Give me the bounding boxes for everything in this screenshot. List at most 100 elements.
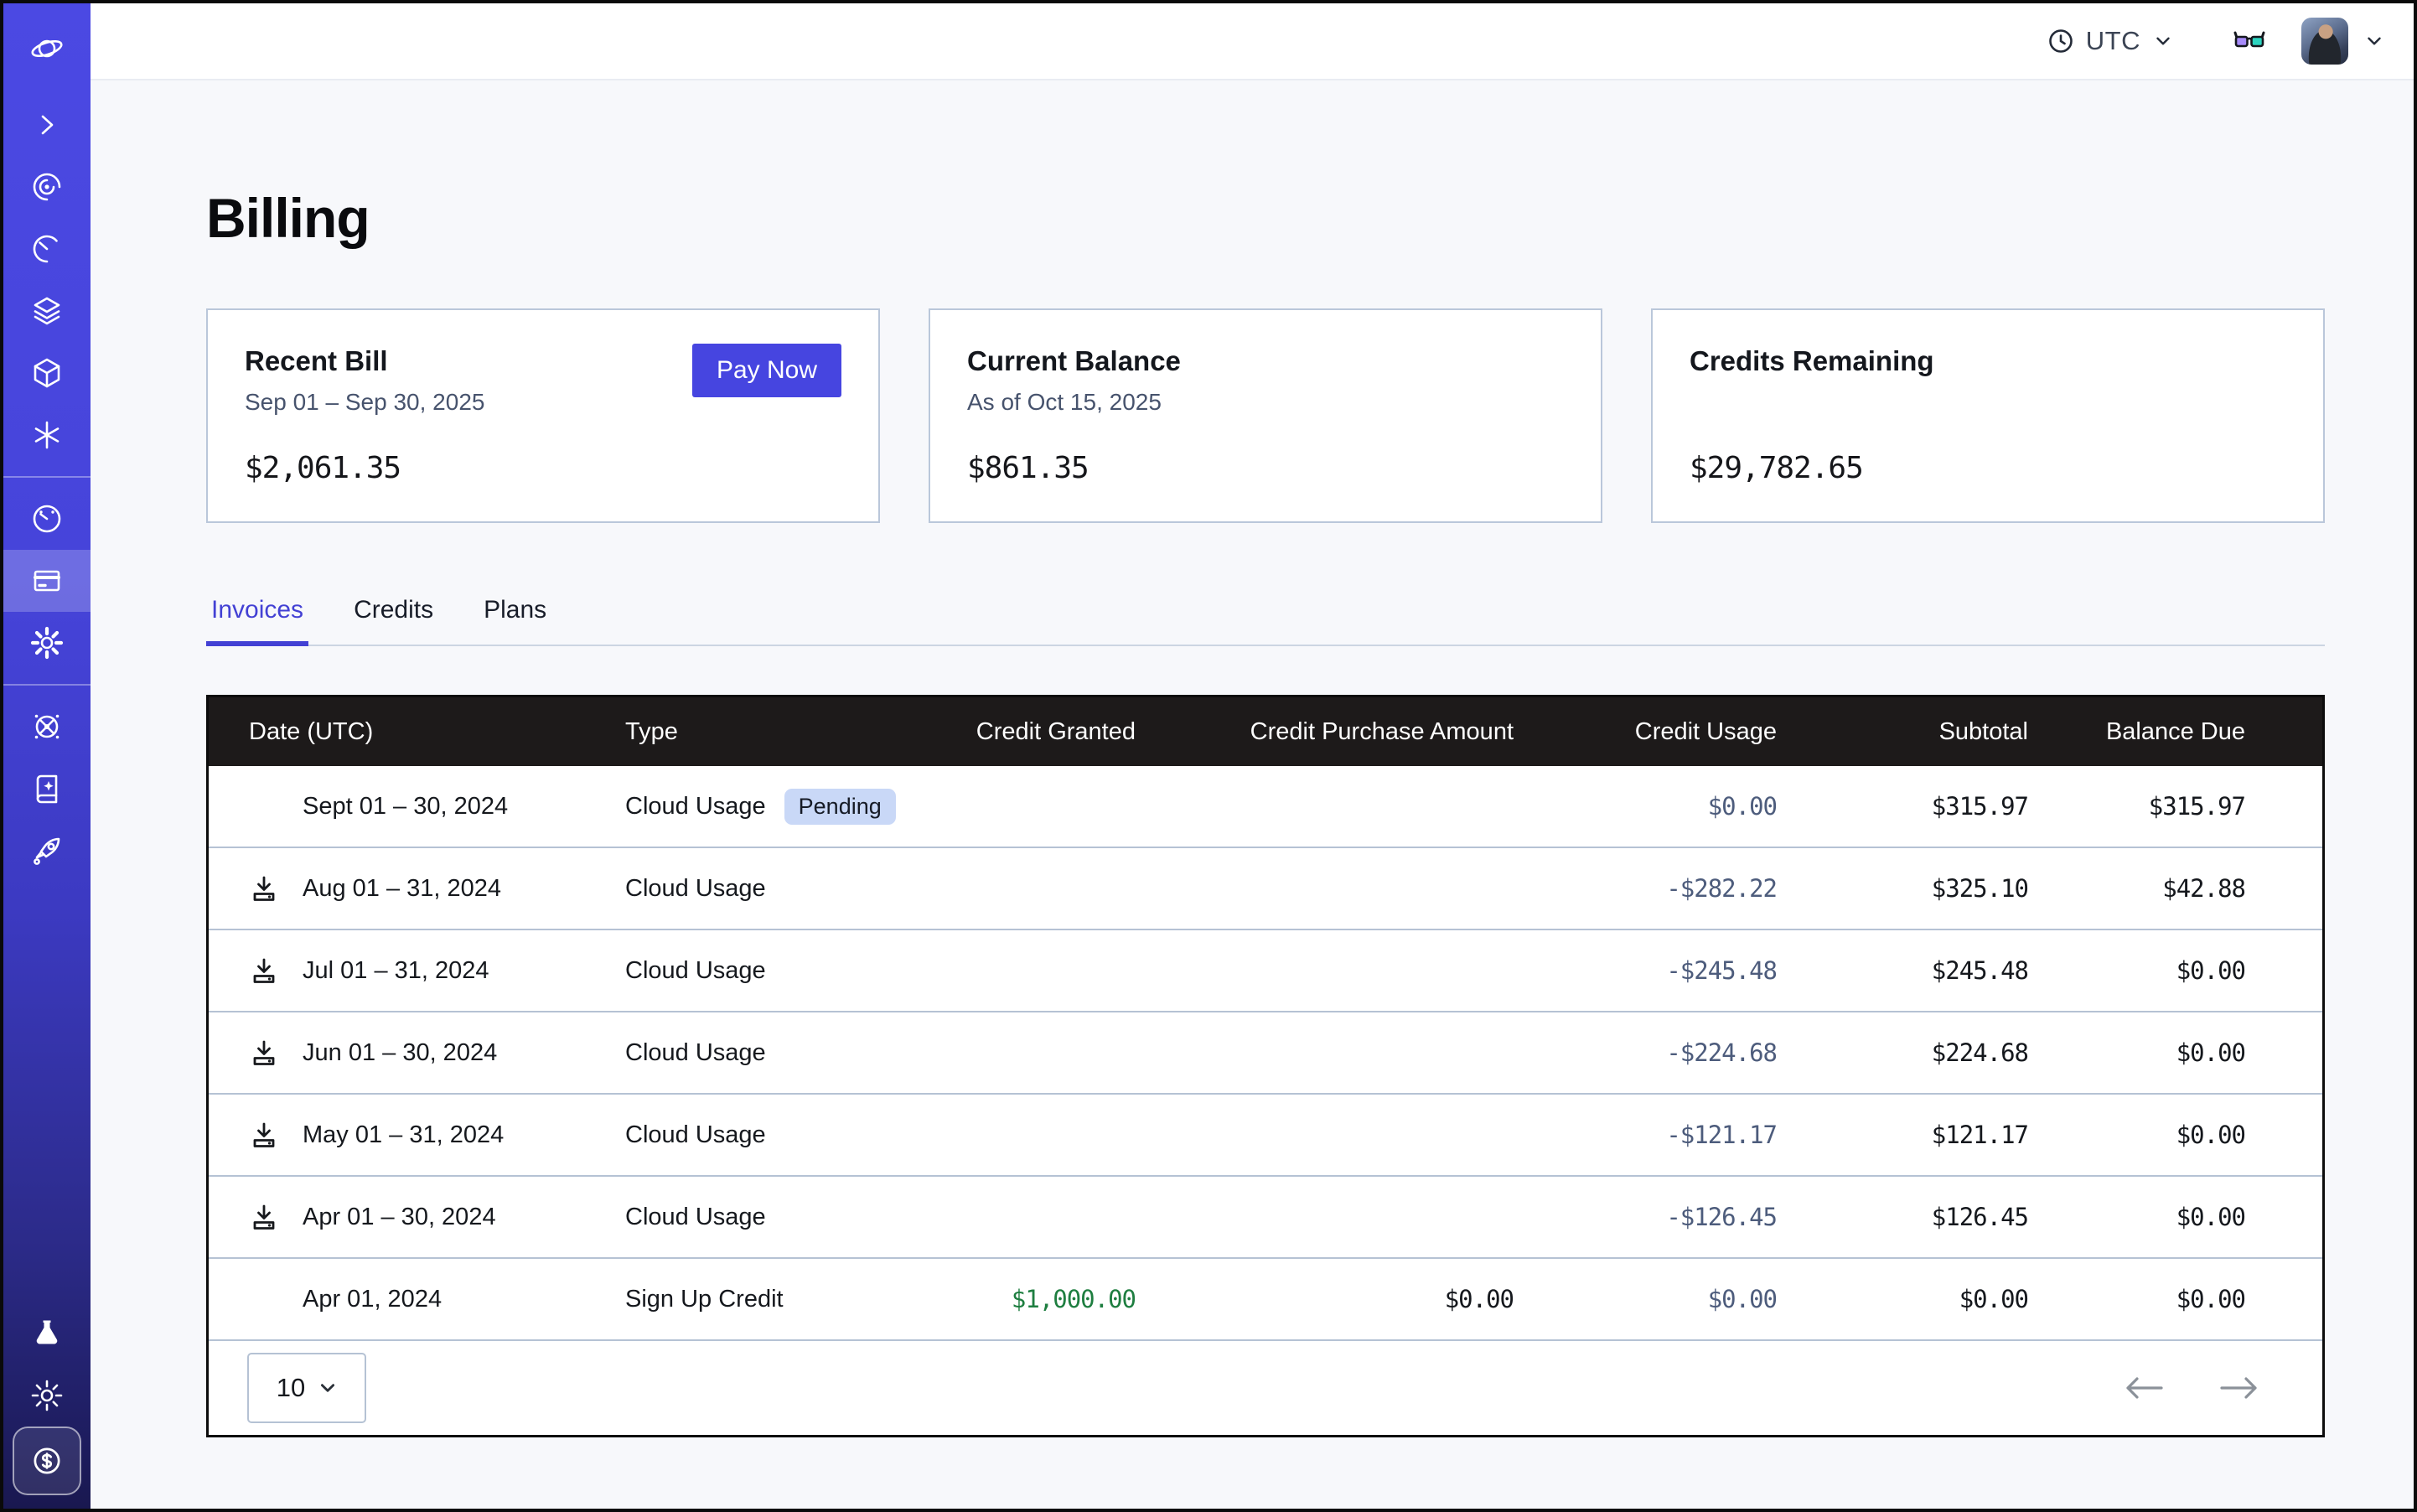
gear-icon [29,625,65,660]
credit-usage-value: -$224.68 [1514,1038,1777,1067]
table-footer: 10 [209,1339,2322,1435]
invoice-type: Cloud Usage [625,957,766,985]
clock-icon [2047,28,2074,54]
column-header-date: Date (UTC) [209,718,625,746]
invoice-type-cell: Cloud Usage [625,957,927,985]
gauge-icon [29,501,65,536]
observe-icon [29,169,65,205]
subtotal-value: $325.10 [1777,874,2028,903]
next-page-button[interactable] [2218,1374,2260,1402]
sidebar-divider [3,476,91,478]
page-title: Billing [206,186,2414,250]
chevron-right-icon [29,107,65,142]
invoice-row[interactable]: May 01 – 31, 2024 Cloud Usage -$121.17 $… [209,1093,2322,1175]
download-invoice-icon[interactable] [249,1038,303,1068]
invoice-date-cell: Jun 01 – 30, 2024 [209,1038,625,1068]
invoice-date: Jul 01 – 31, 2024 [303,957,489,985]
subtotal-value: $315.97 [1777,792,2028,821]
helm-icon [29,709,65,744]
invoice-type: Cloud Usage [625,875,766,903]
invoice-date-cell: Apr 01, 2024 [209,1286,625,1313]
invoice-type-cell: Sign Up Credit [625,1286,927,1313]
invoice-date-cell: Aug 01 – 31, 2024 [209,873,625,904]
page-size-value: 10 [277,1373,305,1403]
sidebar-item-getting-started[interactable] [3,820,91,882]
column-header-credit-usage: Credit Usage [1514,718,1777,746]
column-header-subtotal: Subtotal [1777,718,2028,746]
balance-due-value: $0.00 [2028,1038,2322,1067]
card-subtitle [1690,389,2286,417]
invoice-type: Cloud Usage [625,1121,766,1149]
tab-invoices[interactable]: Invoices [206,595,308,645]
invoice-row[interactable]: Jun 01 – 30, 2024 Cloud Usage -$224.68 $… [209,1011,2322,1093]
avatar[interactable] [2301,18,2348,65]
credits-remaining-amount: $29,782.65 [1690,451,2286,485]
invoice-date: Jun 01 – 30, 2024 [303,1039,497,1067]
credit-purchase-amount-value: $0.00 [1136,1285,1514,1313]
card-title: Credits Remaining [1690,345,2286,377]
page-size-select[interactable]: 10 [247,1353,366,1423]
download-invoice-icon[interactable] [249,873,303,904]
table-body: Sept 01 – 30, 2024 Cloud Usage Pending $… [209,766,2322,1339]
download-invoice-icon[interactable] [249,955,303,986]
sidebar-item-history[interactable] [3,218,91,280]
subtotal-value: $245.48 [1777,956,2028,985]
column-header-credit-purchase-amount: Credit Purchase Amount [1136,718,1514,746]
download-invoice-icon[interactable] [249,1120,303,1150]
pay-now-button[interactable]: Pay Now [692,344,841,397]
chevron-down-icon[interactable] [2363,30,2385,52]
credit-usage-value: $0.00 [1514,1285,1777,1313]
credit-usage-value: $0.00 [1514,792,1777,821]
previous-page-button[interactable] [2123,1374,2165,1402]
sidebar-logo[interactable] [3,3,91,94]
history-icon [29,231,65,267]
balance-due-value: $315.97 [2028,792,2322,821]
sidebar-item-expand[interactable] [3,94,91,156]
invoice-type-cell: Cloud Usage [625,1204,927,1231]
sidebar-item-settings[interactable] [3,612,91,674]
invoice-type: Cloud Usage [625,793,766,821]
status-badge: Pending [784,789,896,825]
invoice-type-cell: Cloud Usage Pending [625,789,927,825]
subtotal-value: $126.45 [1777,1203,2028,1231]
current-balance-card: Current Balance As of Oct 15, 2025 $861.… [929,308,1602,523]
glasses-icon[interactable] [2233,24,2266,58]
sidebar-item-helm[interactable] [3,696,91,758]
timezone-selector[interactable]: UTC [2047,26,2174,56]
sidebar-item-docs[interactable] [3,758,91,820]
sidebar-item-theme[interactable] [3,1364,91,1427]
invoice-type-cell: Cloud Usage [625,875,927,903]
timezone-label: UTC [2086,26,2140,56]
sidebar-item-billing[interactable] [3,550,91,612]
sidebar-item-layers[interactable] [3,280,91,342]
recent-bill-amount: $2,061.35 [245,451,841,485]
invoice-row[interactable]: Sept 01 – 30, 2024 Cloud Usage Pending $… [209,766,2322,847]
invoices-table: Date (UTC) Type Credit Granted Credit Pu… [206,695,2325,1437]
tab-credits[interactable]: Credits [349,595,438,645]
invoice-row[interactable]: Apr 01, 2024 Sign Up Credit $1,000.00 $0… [209,1257,2322,1339]
summary-cards: Recent Bill Sep 01 – Sep 30, 2025 $2,061… [206,308,2325,523]
tab-plans[interactable]: Plans [479,595,551,645]
sidebar-item-labs[interactable] [3,1302,91,1364]
invoice-row[interactable]: Apr 01 – 30, 2024 Cloud Usage -$126.45 $… [209,1175,2322,1257]
download-invoice-icon[interactable] [249,1202,303,1232]
invoice-date-cell: Jul 01 – 31, 2024 [209,955,625,986]
subtotal-value: $224.68 [1777,1038,2028,1067]
invoice-row[interactable]: Jul 01 – 31, 2024 Cloud Usage -$245.48 $… [209,929,2322,1011]
card-subtitle: As of Oct 15, 2025 [967,389,1564,417]
invoice-type: Cloud Usage [625,1204,766,1231]
sidebar-item-cube[interactable] [3,342,91,404]
cube-icon [29,355,65,391]
layers-icon [29,293,65,329]
subtotal-value: $121.17 [1777,1121,2028,1149]
sidebar-item-asterisk[interactable] [3,404,91,466]
column-header-type: Type [625,718,927,746]
sidebar-item-observe[interactable] [3,156,91,218]
chevron-down-icon [2152,30,2174,52]
credits-remaining-card: Credits Remaining $29,782.65 [1651,308,2325,523]
sidebar-item-usage[interactable] [3,488,91,550]
balance-due-value: $0.00 [2028,956,2322,985]
credits-coin-icon [28,1442,65,1479]
sidebar-item-credits[interactable] [13,1427,81,1495]
invoice-row[interactable]: Aug 01 – 31, 2024 Cloud Usage -$282.22 $… [209,847,2322,929]
